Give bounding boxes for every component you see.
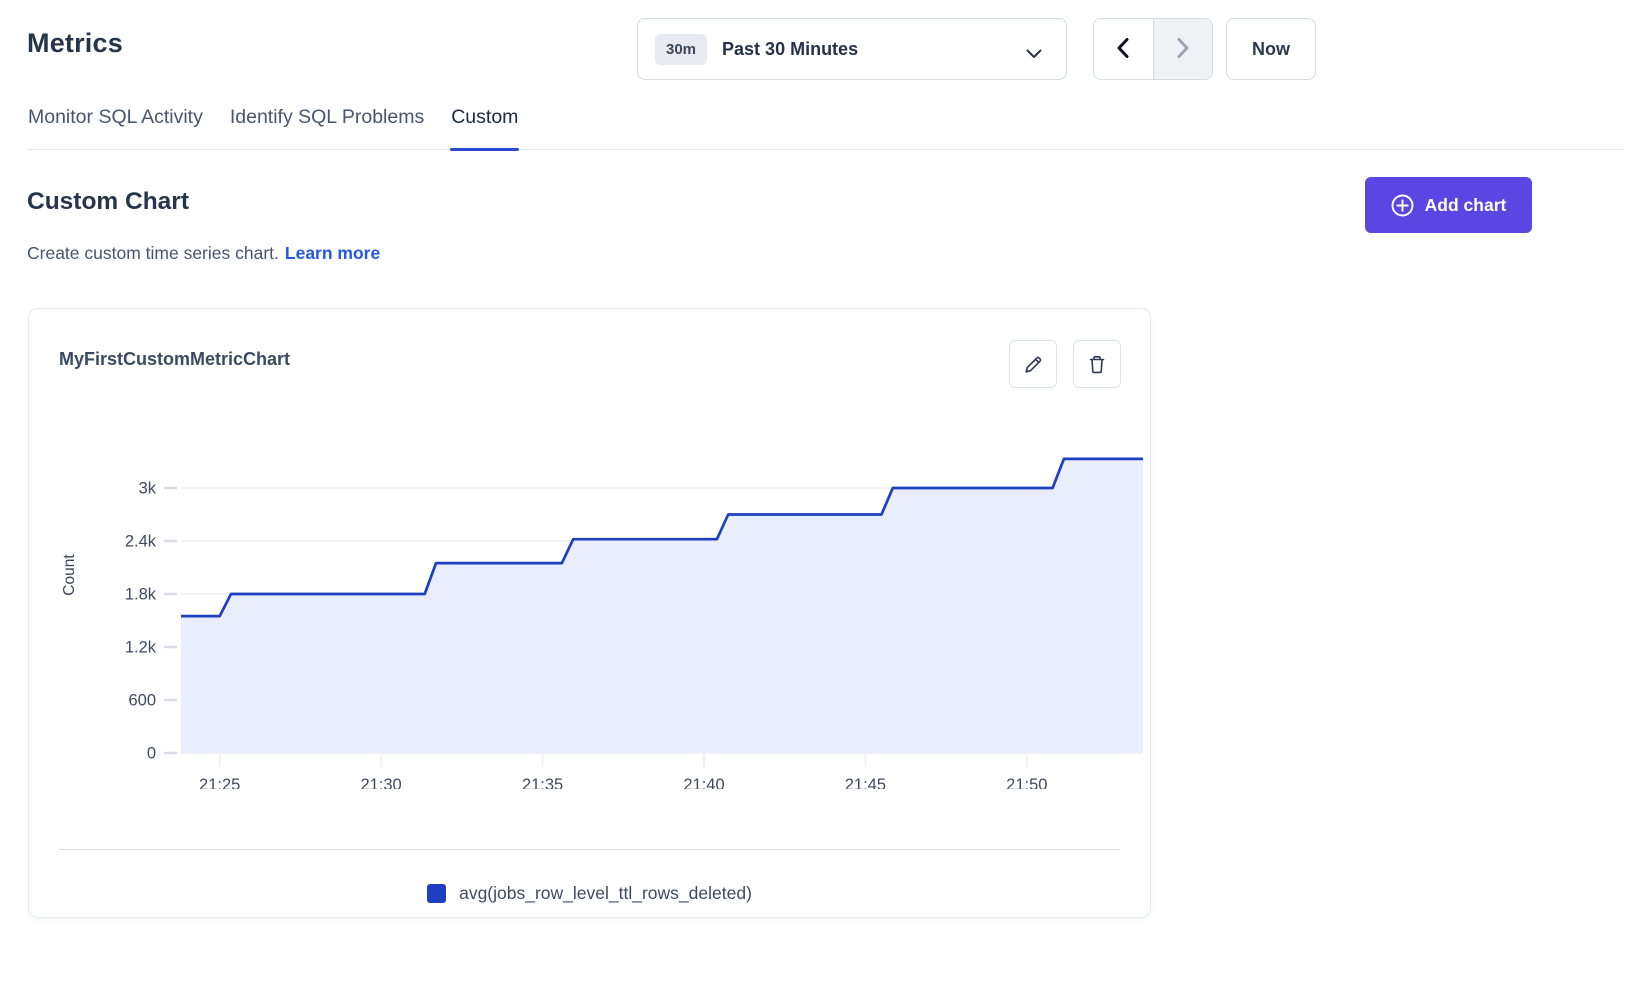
series-area: [181, 459, 1143, 753]
section-description: Create custom time series chart. Learn mo…: [27, 243, 380, 264]
chart-legend: avg(jobs_row_level_ttl_rows_deleted): [29, 871, 1150, 915]
y-tick-label: 1.2k: [125, 639, 157, 657]
custom-chart-card: MyFirstCustomMetricChart 0 600 1.2k 1.8k 2.4…: [28, 308, 1151, 918]
chevron-left-icon: [1116, 37, 1130, 62]
y-tick-label: 600: [128, 692, 156, 710]
pencil-icon: [1023, 354, 1044, 375]
time-range-label: Past 30 Minutes: [722, 39, 858, 60]
next-time-window-button[interactable]: [1153, 19, 1213, 79]
add-chart-button[interactable]: Add chart: [1365, 177, 1532, 233]
learn-more-link[interactable]: Learn more: [285, 243, 380, 263]
now-button[interactable]: Now: [1226, 18, 1316, 80]
x-tick-label: 21:35: [522, 776, 563, 789]
metrics-page: Metrics 30m Past 30 Minutes Now Monitor …: [0, 0, 1650, 982]
legend-label: avg(jobs_row_level_ttl_rows_deleted): [459, 883, 752, 904]
tab-custom[interactable]: Custom: [450, 104, 519, 149]
y-tick-label: 1.8k: [125, 586, 157, 604]
chevron-right-icon: [1176, 37, 1190, 62]
x-tick-label: 21:25: [199, 776, 240, 789]
y-tick-label: 0: [147, 745, 156, 763]
prev-time-window-button[interactable]: [1094, 19, 1153, 79]
edit-chart-button[interactable]: [1009, 340, 1057, 388]
trash-icon: [1087, 354, 1107, 375]
x-tick-label: 21:30: [360, 776, 401, 789]
y-tick-label: 3k: [139, 480, 157, 498]
chart-title: MyFirstCustomMetricChart: [59, 349, 290, 370]
page-title: Metrics: [27, 28, 123, 59]
x-tick-label: 21:50: [1006, 776, 1047, 789]
delete-chart-button[interactable]: [1073, 340, 1121, 388]
timeseries-chart[interactable]: 0 600 1.2k 1.8k 2.4k 3k 21:25 21:30 21:35 21:40 21…: [29, 419, 1152, 789]
y-tick-label: 2.4k: [125, 533, 157, 551]
chevron-down-icon: [1026, 46, 1042, 64]
section-description-text: Create custom time series chart.: [27, 243, 279, 263]
time-range-dropdown[interactable]: 30m Past 30 Minutes: [637, 18, 1067, 80]
tab-identify-sql-problems[interactable]: Identify SQL Problems: [229, 104, 425, 149]
add-chart-label: Add chart: [1425, 195, 1507, 216]
y-axis-title: Count: [61, 554, 78, 596]
time-window-arrows: [1093, 18, 1213, 80]
metrics-tabs: Monitor SQL Activity Identify SQL Proble…: [27, 104, 1623, 150]
x-tick-label: 21:45: [845, 776, 886, 789]
x-tick-label: 21:40: [683, 776, 724, 789]
time-range-badge: 30m: [655, 34, 707, 65]
section-heading: Custom Chart: [27, 188, 189, 216]
plus-circle-icon: [1391, 194, 1414, 217]
tab-monitor-sql-activity[interactable]: Monitor SQL Activity: [27, 104, 204, 149]
legend-swatch: [427, 884, 446, 903]
card-divider: [59, 849, 1120, 850]
